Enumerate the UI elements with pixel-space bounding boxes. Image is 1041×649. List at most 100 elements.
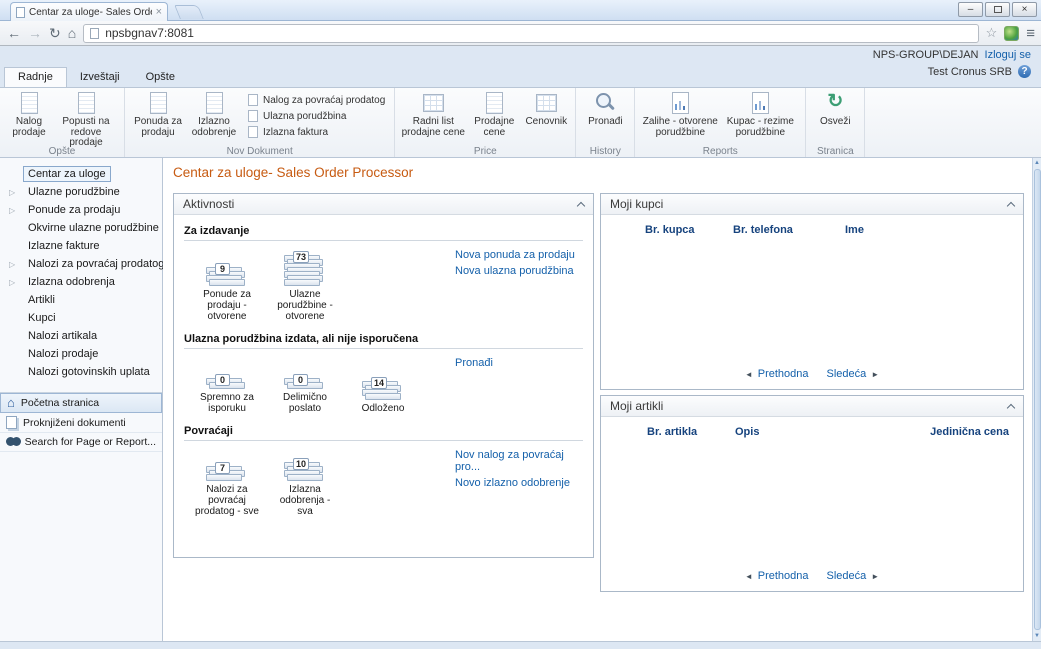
collapse-icon[interactable] bbox=[1006, 403, 1016, 413]
sales-quote-icon bbox=[146, 91, 170, 115]
my-customers-header[interactable]: Moji kupci bbox=[601, 194, 1023, 215]
vertical-scrollbar[interactable]: ▲ ▼ bbox=[1032, 158, 1041, 641]
action-link-novo-izlazno-odobrenje[interactable]: Novo izlazno odobrenje bbox=[455, 477, 583, 489]
column-header[interactable]: Br. telefona bbox=[733, 224, 845, 236]
maximize-button[interactable] bbox=[985, 2, 1010, 17]
browser-tab[interactable]: Centar za uloge- Sales Order × bbox=[10, 2, 168, 21]
column-header[interactable]: Opis bbox=[735, 426, 855, 438]
sidebar-item-ulazne-porudzbine[interactable]: ▷ Ulazne porudžbine bbox=[0, 184, 162, 202]
sidebar-item-izlazna-odobrenja[interactable]: ▷ Izlazna odobrenja bbox=[0, 274, 162, 292]
ribbon-button-label: Ulazna porudžbina bbox=[263, 110, 347, 122]
action-link-nova-ponuda[interactable]: Nova ponuda za prodaju bbox=[455, 249, 583, 261]
bookmark-star-icon[interactable]: ☆ bbox=[986, 25, 998, 41]
column-header[interactable]: Br. artikla bbox=[647, 426, 735, 438]
cue-tile-porudzbine-otvorene[interactable]: 73 Ulazne porudžbine - otvorene bbox=[272, 251, 338, 322]
ribbon-button-cenovnik[interactable]: Cenovnik bbox=[522, 90, 570, 128]
ribbon-button-nalog-prodaje[interactable]: Nalog prodaje bbox=[5, 90, 53, 138]
action-link-pronadji[interactable]: Pronađi bbox=[455, 357, 583, 369]
ribbon-tab-opste[interactable]: Opšte bbox=[133, 68, 188, 87]
collapse-icon[interactable] bbox=[1006, 201, 1016, 211]
horizontal-scrollbar[interactable] bbox=[0, 641, 1041, 649]
tab-close-icon[interactable]: × bbox=[156, 7, 162, 18]
collapse-icon[interactable] bbox=[576, 201, 586, 211]
forward-button[interactable]: → bbox=[28, 26, 42, 40]
scrollbar-thumb[interactable] bbox=[1033, 169, 1041, 630]
column-header[interactable]: Ime bbox=[845, 224, 1009, 236]
ribbon-button-ponuda-za-prodaju[interactable]: Ponuda za prodaju bbox=[130, 90, 186, 138]
cue-tile-izlazna-odobrenja-sva[interactable]: 10 Izlazna odobrenja - sva bbox=[272, 451, 338, 517]
maximize-icon bbox=[993, 6, 1002, 13]
address-bar[interactable]: npsbgnav7:8081 bbox=[83, 23, 979, 43]
ribbon-button-radni-list[interactable]: Radni list prodajne cene bbox=[400, 90, 466, 138]
cue-tile-odlozeno[interactable]: 14 Odloženo bbox=[350, 370, 416, 414]
ribbon-tab-radnje[interactable]: Radnje bbox=[4, 67, 67, 87]
new-tab-button[interactable] bbox=[174, 5, 204, 19]
cue-tile-ponude-otvorene[interactable]: 9 Ponude za prodaju - otvorene bbox=[194, 256, 260, 322]
ribbon-button-kupac-report[interactable]: Kupac - rezime porudžbine bbox=[720, 90, 800, 138]
sidebar-footer: ⌂ Početna stranica Proknjiženi dokumenti… bbox=[0, 392, 162, 452]
cue-tile-spremno-za-isporuku[interactable]: 0 Spremno za isporuku bbox=[194, 359, 260, 414]
sidebar-item-nalozi-gotovinskih-uplata[interactable]: Nalozi gotovinskih uplata bbox=[0, 364, 162, 382]
next-page-link[interactable]: Sledeća bbox=[827, 570, 867, 582]
ribbon-button-pronadji[interactable]: Pronađi bbox=[581, 90, 629, 128]
sidebar-item-artikli[interactable]: Artikli bbox=[0, 292, 162, 310]
activities-panel-header[interactable]: Aktivnosti bbox=[174, 194, 593, 215]
section-heading: Ulazna porudžbina izdata, ali nije ispor… bbox=[184, 331, 583, 349]
action-link-nova-porudzbina[interactable]: Nova ulazna porudžbina bbox=[455, 265, 583, 277]
ribbon-button-ulazna-porudzbina[interactable]: Ulazna porudžbina bbox=[248, 110, 385, 122]
content-area: Centar za uloge ▷ Ulazne porudžbine ▷ Po… bbox=[0, 158, 1041, 641]
ribbon-button-nalog-za-povracaj[interactable]: Nalog za povraćaj prodatog bbox=[248, 94, 385, 106]
sidebar-item-ponude-za-prodaju[interactable]: ▷ Ponude za prodaju bbox=[0, 202, 162, 220]
expand-icon[interactable]: ▷ bbox=[9, 188, 15, 197]
navigation-pane: Centar za uloge ▷ Ulazne porudžbine ▷ Po… bbox=[0, 158, 164, 641]
sidebar-item-pocetna-stranica[interactable]: ⌂ Početna stranica bbox=[0, 393, 162, 413]
previous-page-link[interactable]: Prethodna bbox=[758, 570, 809, 582]
menu-icon[interactable]: ≡ bbox=[1026, 25, 1035, 42]
column-header[interactable]: Jedinična cena bbox=[855, 426, 1009, 438]
back-button[interactable]: ← bbox=[7, 26, 21, 40]
ribbon-button-izlazno-odobrenje[interactable]: Izlazno odobrenje bbox=[186, 90, 242, 138]
ribbon-button-popusti[interactable]: Popusti na redove prodaje bbox=[53, 90, 119, 149]
my-items-pager: ◄ Prethodna Sledeća ► bbox=[601, 570, 1023, 582]
ribbon-button-zalihe-report[interactable]: Zalihe - otvorene porudžbine bbox=[640, 90, 720, 138]
next-page-link[interactable]: Sledeća bbox=[827, 368, 867, 380]
previous-page-link[interactable]: Prethodna bbox=[758, 368, 809, 380]
ribbon-button-osvezi[interactable]: ↻ Osveži bbox=[811, 90, 859, 128]
cue-tile-nalozi-povracaj-sve[interactable]: 7 Nalozi za povraćaj prodatog - sve bbox=[194, 451, 260, 517]
expand-icon[interactable]: ▷ bbox=[9, 278, 15, 287]
scroll-down-icon[interactable]: ▼ bbox=[1034, 631, 1040, 641]
ribbon-group-label: Reports bbox=[702, 146, 738, 157]
sidebar-item-nalozi-prodaje[interactable]: Nalozi prodaje bbox=[0, 346, 162, 364]
sidebar-item-izlazne-fakture[interactable]: Izlazne fakture bbox=[0, 238, 162, 256]
sidebar-item-search[interactable]: Search for Page or Report... bbox=[0, 433, 162, 452]
sidebar-item-centar-za-uloge[interactable]: Centar za uloge bbox=[0, 166, 162, 184]
sidebar-item-okvirne-ulazne-porudzbine[interactable]: Okvirne ulazne porudžbine bbox=[0, 220, 162, 238]
next-arrow-icon: ► bbox=[871, 369, 880, 379]
close-button[interactable]: × bbox=[1012, 2, 1037, 17]
scroll-up-icon[interactable]: ▲ bbox=[1034, 158, 1040, 168]
sidebar-item-proknjizeni-dokumenti[interactable]: Proknjiženi dokumenti bbox=[0, 413, 162, 433]
ribbon-button-izlazna-faktura[interactable]: Izlazna faktura bbox=[248, 126, 385, 138]
role-center: Centar za uloge- Sales Order Processor A… bbox=[163, 158, 1032, 641]
action-link-nov-nalog-povracaj[interactable]: Nov nalog za povraćaj pro... bbox=[455, 449, 583, 473]
logout-link[interactable]: Izloguj se bbox=[985, 49, 1031, 61]
browser-extension-icon[interactable] bbox=[1004, 25, 1020, 41]
ribbon-group-label: Price bbox=[473, 146, 497, 157]
ribbon-tab-izvestaji[interactable]: Izveštaji bbox=[67, 68, 133, 87]
minimize-button[interactable]: – bbox=[958, 2, 983, 17]
cue-tile-delimicno-poslato[interactable]: 0 Delimično poslato bbox=[272, 359, 338, 414]
my-items-header[interactable]: Moji artikli bbox=[601, 396, 1023, 417]
column-header[interactable]: Br. kupca bbox=[645, 224, 733, 236]
return-order-icon bbox=[248, 94, 258, 106]
ribbon-group-label: Stranica bbox=[816, 146, 854, 157]
expand-icon[interactable]: ▷ bbox=[9, 206, 15, 215]
sidebar-item-nalozi-za-povracaj[interactable]: ▷ Nalozi za povraćaj prodatog bbox=[0, 256, 164, 274]
help-icon[interactable]: ? bbox=[1018, 65, 1031, 78]
expand-icon[interactable]: ▷ bbox=[9, 260, 15, 269]
my-customers-panel: Moji kupci Br. kupca Br. telefona Ime ◄ … bbox=[600, 193, 1024, 390]
ribbon-button-prodajne-cene[interactable]: Prodajne cene bbox=[466, 90, 522, 138]
sidebar-item-kupci[interactable]: Kupci bbox=[0, 310, 162, 328]
sidebar-item-nalozi-artikala[interactable]: Nalozi artikala bbox=[0, 328, 162, 346]
reload-button[interactable]: ↻ bbox=[49, 26, 61, 40]
home-button[interactable]: ⌂ bbox=[68, 26, 76, 40]
